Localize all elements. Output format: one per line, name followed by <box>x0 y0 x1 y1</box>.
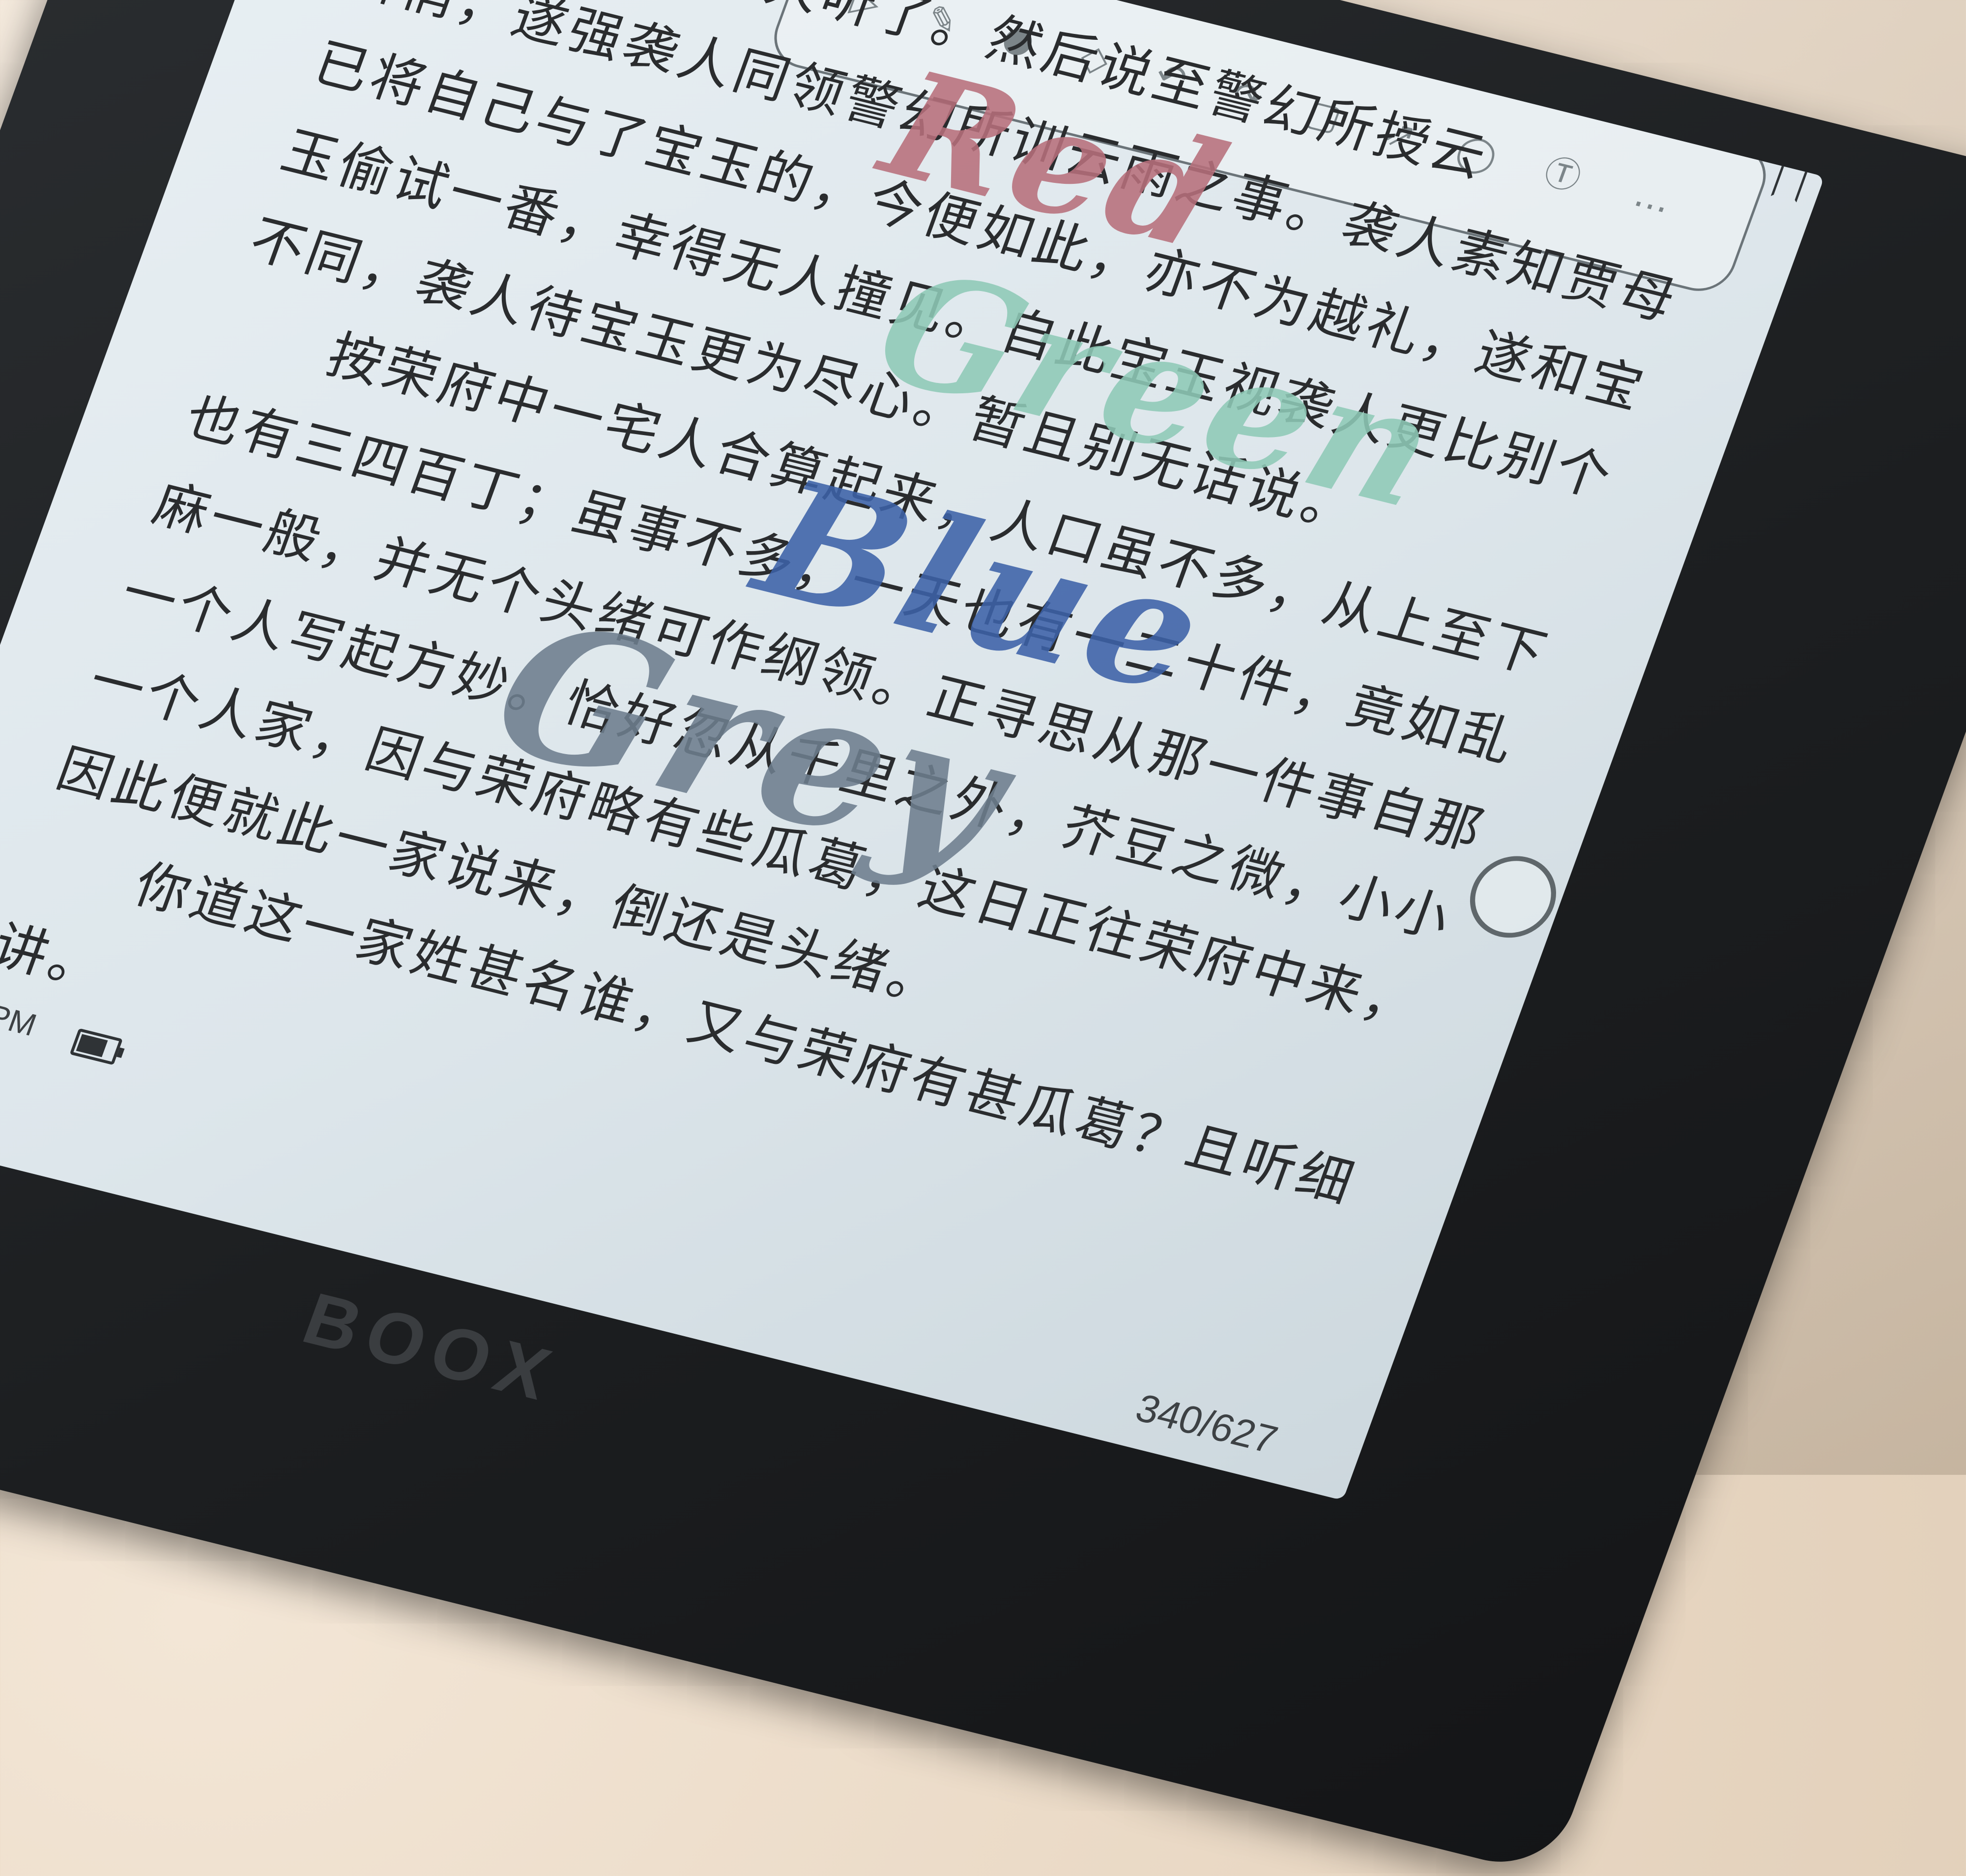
bookmark-icon[interactable] <box>1771 161 1809 203</box>
page-indicator: 340/627 <box>1130 1385 1283 1462</box>
ereader-device: ▷ ✎ ● ◇ ↶ ↷ ▢ ⇗ ◯ Ⓣ … 雨之事细说与袭人听了。然后说至警幻所… <box>0 0 1966 1876</box>
battery-level-fill <box>76 1034 108 1057</box>
battery-icon <box>69 1028 123 1065</box>
eink-screen[interactable]: ▷ ✎ ● ◇ ↶ ↷ ▢ ⇗ ◯ Ⓣ … 雨之事细说与袭人听了。然后说至警幻所… <box>0 0 1825 1501</box>
